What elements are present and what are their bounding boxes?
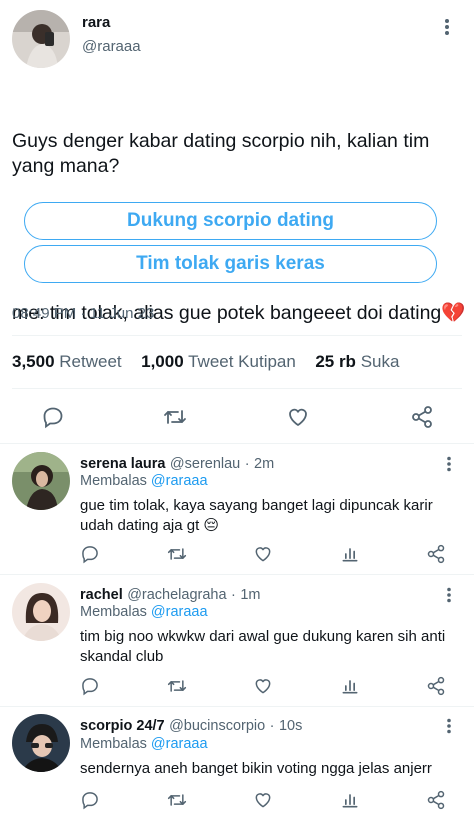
reply-author-name[interactable]: rachel (80, 587, 123, 603)
replying-to: Membalas @raraaa (80, 473, 208, 489)
analytics-icon[interactable] (340, 790, 360, 810)
likes-stat[interactable]: 25 rb Suka (315, 352, 399, 371)
share-icon[interactable] (426, 790, 446, 810)
reply-text: sendernya aneh banget bikin voting ngga … (80, 760, 432, 777)
reply-time: 10s (278, 718, 303, 734)
share-icon[interactable] (426, 676, 446, 696)
analytics-icon[interactable] (340, 676, 360, 696)
tweet-timestamp[interactable]: 08:49 PM · 11 Jun 23 (12, 305, 154, 322)
reply-author-name[interactable]: serena laura (80, 456, 165, 472)
retweet-icon[interactable] (166, 790, 188, 810)
author-name[interactable]: rara (82, 14, 110, 31)
reply-text: tim big noo wkwkw dari awal gue dukung k… (80, 628, 446, 665)
reply-author-name[interactable]: scorpio 24/7 (80, 718, 165, 734)
reply-separator: · (244, 456, 250, 472)
tweet-time: 08:49 PM (12, 305, 77, 322)
retweet-icon[interactable] (162, 405, 188, 429)
poll-option-dukung[interactable]: Dukung scorpio dating (24, 202, 437, 240)
reply-text: gue tim tolak, kaya sayang banget lagi d… (80, 497, 433, 534)
reply-icon[interactable] (80, 544, 100, 564)
more-options-icon[interactable] (444, 18, 454, 36)
reply-separator: · (231, 587, 236, 603)
divider (0, 574, 474, 575)
tweet-separator: · (80, 305, 86, 322)
replying-to-label: Membalas (80, 604, 147, 620)
quotes-stat[interactable]: 1,000 Tweet Kutipan (141, 352, 296, 371)
replying-to-handle[interactable]: @raraaa (151, 473, 208, 489)
author-avatar[interactable] (12, 10, 70, 68)
replying-to-label: Membalas (80, 473, 147, 489)
reply-author-handle[interactable]: @serenlau (170, 456, 240, 472)
like-icon[interactable] (253, 676, 273, 696)
replying-to-label: Membalas (80, 736, 147, 752)
reply-icon[interactable] (41, 405, 65, 429)
retweets-label: Retweet (59, 352, 122, 371)
more-options-icon[interactable] (446, 718, 452, 734)
likes-count: 25 rb (315, 352, 356, 371)
reply-time: 2m (254, 456, 275, 472)
quotes-count: 1,000 (141, 352, 184, 371)
reply-time: 1m (240, 587, 261, 603)
replying-to-handle[interactable]: @raraaa (151, 604, 208, 620)
retweets-count: 3,500 (12, 352, 55, 371)
reply-icon[interactable] (80, 676, 100, 696)
retweet-icon[interactable] (166, 676, 188, 696)
reply-author-handle[interactable]: @rachelagraha (127, 587, 226, 603)
author-handle[interactable]: @raraaa (82, 38, 141, 55)
reply-avatar[interactable] (12, 583, 70, 641)
tweet-stats: 3,500 Retweet 1,000 Tweet Kutipan 25 rb … (12, 352, 399, 372)
reply-icon[interactable] (80, 790, 100, 810)
more-options-icon[interactable] (446, 456, 452, 472)
reply-avatar[interactable] (12, 714, 70, 772)
analytics-icon[interactable] (340, 544, 360, 564)
divider (0, 443, 474, 444)
quotes-label: Tweet Kutipan (188, 352, 296, 371)
divider (12, 335, 462, 336)
tweet-text-line1: Guys denger kabar dating scorpio nih, ka… (12, 130, 435, 177)
tweet-date: 11 Jun 23 (89, 305, 155, 322)
more-options-icon[interactable] (446, 587, 452, 603)
replying-to: Membalas @raraaa (80, 604, 208, 620)
reply-header: rachel @rachelagraha · 1m (80, 586, 260, 604)
retweet-icon[interactable] (166, 544, 188, 564)
replying-to: Membalas @raraaa (80, 736, 208, 752)
poll-option-tolak[interactable]: Tim tolak garis keras (24, 245, 437, 283)
reply-avatar[interactable] (12, 452, 70, 510)
share-icon[interactable] (410, 405, 434, 429)
reply-header: scorpio 24/7 @bucinscorpio · 10s (80, 717, 302, 735)
replying-to-handle[interactable]: @raraaa (151, 736, 208, 752)
likes-label: Suka (360, 352, 400, 371)
retweets-stat[interactable]: 3,500 Retweet (12, 352, 122, 371)
reply-author-handle[interactable]: @bucinscorpio (169, 718, 265, 734)
divider (12, 388, 462, 389)
like-icon[interactable] (253, 790, 273, 810)
divider (0, 706, 474, 707)
share-icon[interactable] (426, 544, 446, 564)
like-icon[interactable] (253, 544, 273, 564)
like-icon[interactable] (286, 405, 310, 429)
reply-header: serena laura @serenlau · 2m (80, 455, 274, 473)
reply-separator: · (269, 718, 275, 734)
